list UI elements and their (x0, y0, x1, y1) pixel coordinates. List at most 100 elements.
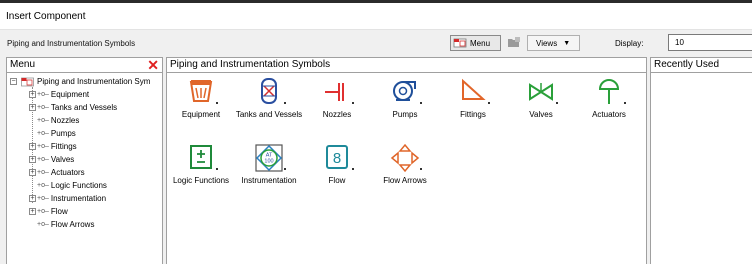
symbol-tile-nozzles[interactable]: Nozzles (303, 77, 371, 120)
fitting-icon (462, 78, 486, 100)
flow-icon: 8 (326, 145, 348, 169)
views-dropdown[interactable]: Views ▼ (527, 35, 580, 51)
symbol-label: Fittings (460, 110, 486, 119)
collapse-icon[interactable]: − (10, 78, 17, 85)
tree-item-valves[interactable]: + +o– Valves (7, 153, 162, 166)
tank-icon (261, 78, 277, 104)
tree-item-instrumentation[interactable]: + +o– Instrumentation (7, 192, 162, 205)
tree-node-icon: +o– (37, 156, 49, 163)
recently-used-title: Recently Used (654, 59, 720, 70)
expand-icon[interactable]: + (29, 91, 36, 98)
symbol-marker (352, 102, 354, 104)
folder-icon (507, 36, 521, 50)
tree-node-icon: +o– (37, 195, 49, 202)
symbol-label: Flow (328, 176, 346, 185)
symbol-marker (488, 102, 490, 104)
symbol-label: Instrumentation (241, 176, 297, 185)
pump-icon (393, 81, 416, 101)
toolbar: Piping and Instrumentation Symbols Menu … (0, 31, 752, 55)
symbol-tile-flow-arrows[interactable]: Flow Arrows (371, 143, 439, 186)
window-title: Insert Component (6, 11, 86, 22)
tree-item-pumps[interactable]: +o– Pumps (7, 127, 162, 140)
path-label: Piping and Instrumentation Symbols (7, 39, 136, 48)
tree-item-actuators[interactable]: + +o– Actuators (7, 166, 162, 179)
tree-item-fittings[interactable]: + +o– Fittings (7, 140, 162, 153)
tree-node-icon: +o– (37, 130, 49, 137)
symbol-label: Pumps (392, 110, 418, 119)
tree-item-tanks-and-vessels[interactable]: + +o– Tanks and Vessels (7, 101, 162, 114)
symbol-marker (216, 168, 218, 170)
symbol-label: Nozzles (322, 110, 352, 119)
symbol-label: Valves (529, 110, 553, 119)
tree-item-label: Equipment (50, 90, 90, 99)
title-bar: Insert Component (0, 3, 752, 30)
tree-item-equipment[interactable]: + +o– Equipment (7, 88, 162, 101)
tree-item-label: Nozzles (50, 116, 80, 125)
svg-text:8: 8 (333, 150, 341, 167)
symbol-marker (556, 102, 558, 104)
valve-icon (529, 83, 553, 101)
symbol-marker (624, 102, 626, 104)
symbol-tile-pumps[interactable]: Pumps (371, 77, 439, 120)
symbol-tile-equipment[interactable]: Equipment (167, 77, 235, 120)
close-icon[interactable]: ✕ (147, 58, 159, 72)
symbol-tile-valves[interactable]: Valves (507, 77, 575, 120)
tree-node-icon: +o– (37, 208, 49, 215)
logic-icon (190, 145, 212, 169)
symbol-tile-actuators[interactable]: Actuators (575, 77, 643, 120)
symbol-marker (352, 168, 354, 170)
tree-node-icon: +o– (37, 143, 49, 150)
tree-item-label: Valves (50, 155, 75, 164)
symbols-panel: Piping and Instrumentation Symbols Equip… (166, 57, 647, 264)
symbol-tile-tanks-and-vessels[interactable]: Tanks and Vessels (235, 77, 303, 120)
expand-icon[interactable]: + (29, 104, 36, 111)
recently-used-panel: Recently Used (650, 57, 752, 264)
tree-item-label: Actuators (50, 168, 85, 177)
symbol-tile-fittings[interactable]: Fittings (439, 77, 507, 120)
expand-icon[interactable]: + (29, 169, 36, 176)
symbol-marker (420, 168, 422, 170)
tree-item-nozzles[interactable]: +o– Nozzles (7, 114, 162, 127)
nozzle-icon (325, 83, 344, 101)
symbol-label: Actuators (592, 110, 626, 119)
symbol-label: Flow Arrows (383, 176, 427, 185)
tree-node-icon: +o– (37, 117, 49, 124)
tree-root[interactable]: − Piping and Instrumentation Sym (7, 75, 162, 88)
symbol-tile-instrumentation[interactable]: AT 100 Instrumentation (235, 143, 303, 186)
tree-root-label: Piping and Instrumentation Sym (37, 77, 151, 86)
recent-symbols-button[interactable] (504, 35, 524, 51)
menu-panel: Menu ✕ − Piping and Instrumentation Sym … (6, 57, 163, 264)
symbols-panel-header: Piping and Instrumentation Symbols (167, 58, 646, 73)
chevron-down-icon: ▼ (563, 39, 571, 47)
symbol-marker (216, 102, 218, 104)
symbol-library-icon (21, 77, 34, 86)
symbol-label: Logic Functions (172, 176, 230, 185)
tree-item-flow-arrows[interactable]: +o– Flow Arrows (7, 218, 162, 231)
tree-node-icon: +o– (37, 169, 49, 176)
expand-icon[interactable]: + (29, 143, 36, 150)
display-label: Display: (615, 39, 644, 48)
menu-panel-title: Menu (10, 59, 36, 70)
symbol-label: Equipment (181, 110, 221, 119)
symbols-panel-title: Piping and Instrumentation Symbols (170, 59, 331, 70)
menu-button-label: Menu (470, 38, 491, 48)
menu-button[interactable]: Menu (450, 35, 501, 51)
tree-item-label: Pumps (50, 129, 76, 138)
flow-arrows-icon (390, 143, 420, 173)
tree-item-flow[interactable]: + +o– Flow (7, 205, 162, 218)
tree-item-label: Flow (50, 207, 68, 216)
expand-icon[interactable]: + (29, 195, 36, 202)
expand-icon[interactable]: + (29, 208, 36, 215)
symbol-marker (284, 102, 286, 104)
tree-item-label: Tanks and Vessels (50, 103, 118, 112)
expand-icon[interactable]: + (29, 156, 36, 163)
symbol-tile-flow[interactable]: 8 Flow (303, 143, 371, 186)
views-label: Views (536, 38, 558, 48)
tree-item-label: Fittings (50, 142, 77, 151)
tree-node-icon: +o– (37, 221, 49, 228)
tree-item-logic-functions[interactable]: +o– Logic Functions (7, 179, 162, 192)
display-count-input[interactable]: 10 (668, 34, 752, 51)
symbol-label: Tanks and Vessels (235, 110, 303, 119)
equipment-icon (189, 80, 213, 102)
symbol-tile-logic-functions[interactable]: Logic Functions (167, 143, 235, 186)
